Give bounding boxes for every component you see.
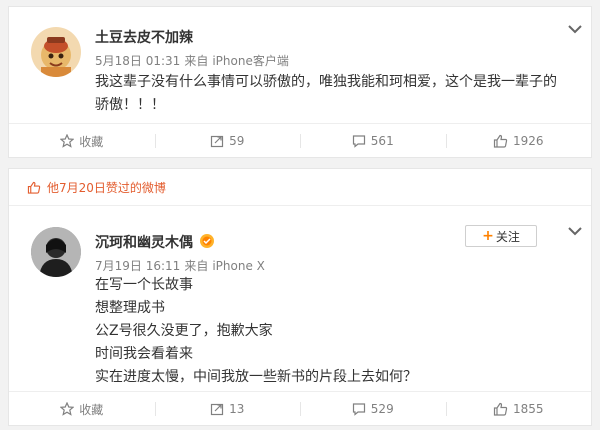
like-button[interactable]: 1855: [445, 392, 592, 426]
weibo-post-card: 土豆去皮不加辣 5月18日 01:31 来自 iPhone客户端 我这辈子没有什么事…: [8, 6, 592, 158]
repost-icon: [211, 403, 224, 416]
comment-count: 561: [370, 134, 394, 148]
post-source: iPhone客户端: [212, 54, 289, 68]
liked-weibo-card: 他7月20日赞过的微博 沉珂和幽灵木偶 + 关注 7月19日 16:11 来自 iP…: [8, 168, 592, 426]
post-time[interactable]: 7月19日 16:11: [95, 259, 180, 273]
liked-header: 他7月20日赞过的微博: [9, 169, 591, 205]
thumbs-up-icon: [27, 181, 41, 194]
avatar[interactable]: [31, 27, 81, 77]
post-text-line: 时间我会看着来: [95, 346, 193, 362]
thumbs-up-icon: [493, 134, 508, 148]
fan-badge-icon[interactable]: [199, 233, 215, 249]
thumbs-up-icon: [493, 402, 508, 416]
post-time[interactable]: 5月18日 01:31: [95, 54, 180, 68]
post-text-line: 公Z号很久没更了，抱歉大家: [95, 323, 273, 339]
repost-count: 59: [229, 134, 245, 148]
repost-count: 13: [229, 402, 245, 416]
repost-button[interactable]: 13: [154, 392, 301, 426]
action-bar: 收藏 13 529 1855: [9, 392, 591, 426]
favorite-label: 收藏: [79, 402, 104, 417]
comment-button[interactable]: 529: [300, 392, 446, 426]
post-source: iPhone X: [212, 259, 265, 273]
follow-label: 关注: [495, 229, 520, 244]
repost-icon: [211, 135, 224, 148]
like-count: 1926: [512, 134, 544, 148]
favorite-button[interactable]: 收藏: [9, 392, 155, 426]
post-text-line: 实在进度太慢，中间我放一些新书的片段上去如何？: [95, 369, 417, 385]
chevron-down-icon[interactable]: [567, 225, 583, 237]
post-meta: 5月18日 01:31 来自 iPhone客户端: [95, 52, 293, 69]
chevron-down-icon[interactable]: [567, 23, 583, 35]
like-count: 1855: [512, 402, 544, 416]
action-bar: 收藏 59 561 1926: [9, 124, 591, 158]
post-text: 我这辈子没有什么事情可以骄傲的，唯独我能和珂相爱，这个是我一辈子的骄傲！！！: [95, 74, 557, 113]
plus-icon: +: [482, 228, 494, 244]
author-name[interactable]: 沉珂和幽灵木偶: [95, 232, 193, 252]
follow-button[interactable]: + 关注: [465, 225, 537, 247]
source-prefix: 来自: [184, 259, 209, 273]
liked-header-text[interactable]: 他7月20日赞过的微博: [47, 179, 166, 196]
post-meta: 7月19日 16:11 来自 iPhone X: [95, 257, 269, 274]
post-text-line: 在写一个长故事: [95, 277, 193, 293]
repost-button[interactable]: 59: [154, 124, 301, 158]
avatar-image: [31, 227, 81, 277]
author-name[interactable]: 土豆去皮不加辣: [95, 27, 193, 47]
source-prefix: 来自: [184, 54, 209, 68]
comment-icon: [352, 403, 365, 416]
favorite-button[interactable]: 收藏: [9, 124, 155, 158]
post-text: 在写一个长故事 想整理成书 公Z号很久没更了，抱歉大家 时间我会看着来 实在进度…: [95, 274, 565, 389]
comment-icon: [352, 135, 365, 148]
avatar-image: [31, 27, 81, 77]
comment-button[interactable]: 561: [300, 124, 446, 158]
star-icon: [60, 402, 75, 416]
avatar[interactable]: [31, 227, 81, 277]
favorite-label: 收藏: [79, 134, 104, 149]
comment-count: 529: [370, 402, 394, 416]
post-text-line: 想整理成书: [95, 300, 165, 316]
divider: [9, 205, 591, 206]
like-button[interactable]: 1926: [445, 124, 592, 158]
star-icon: [60, 134, 75, 148]
